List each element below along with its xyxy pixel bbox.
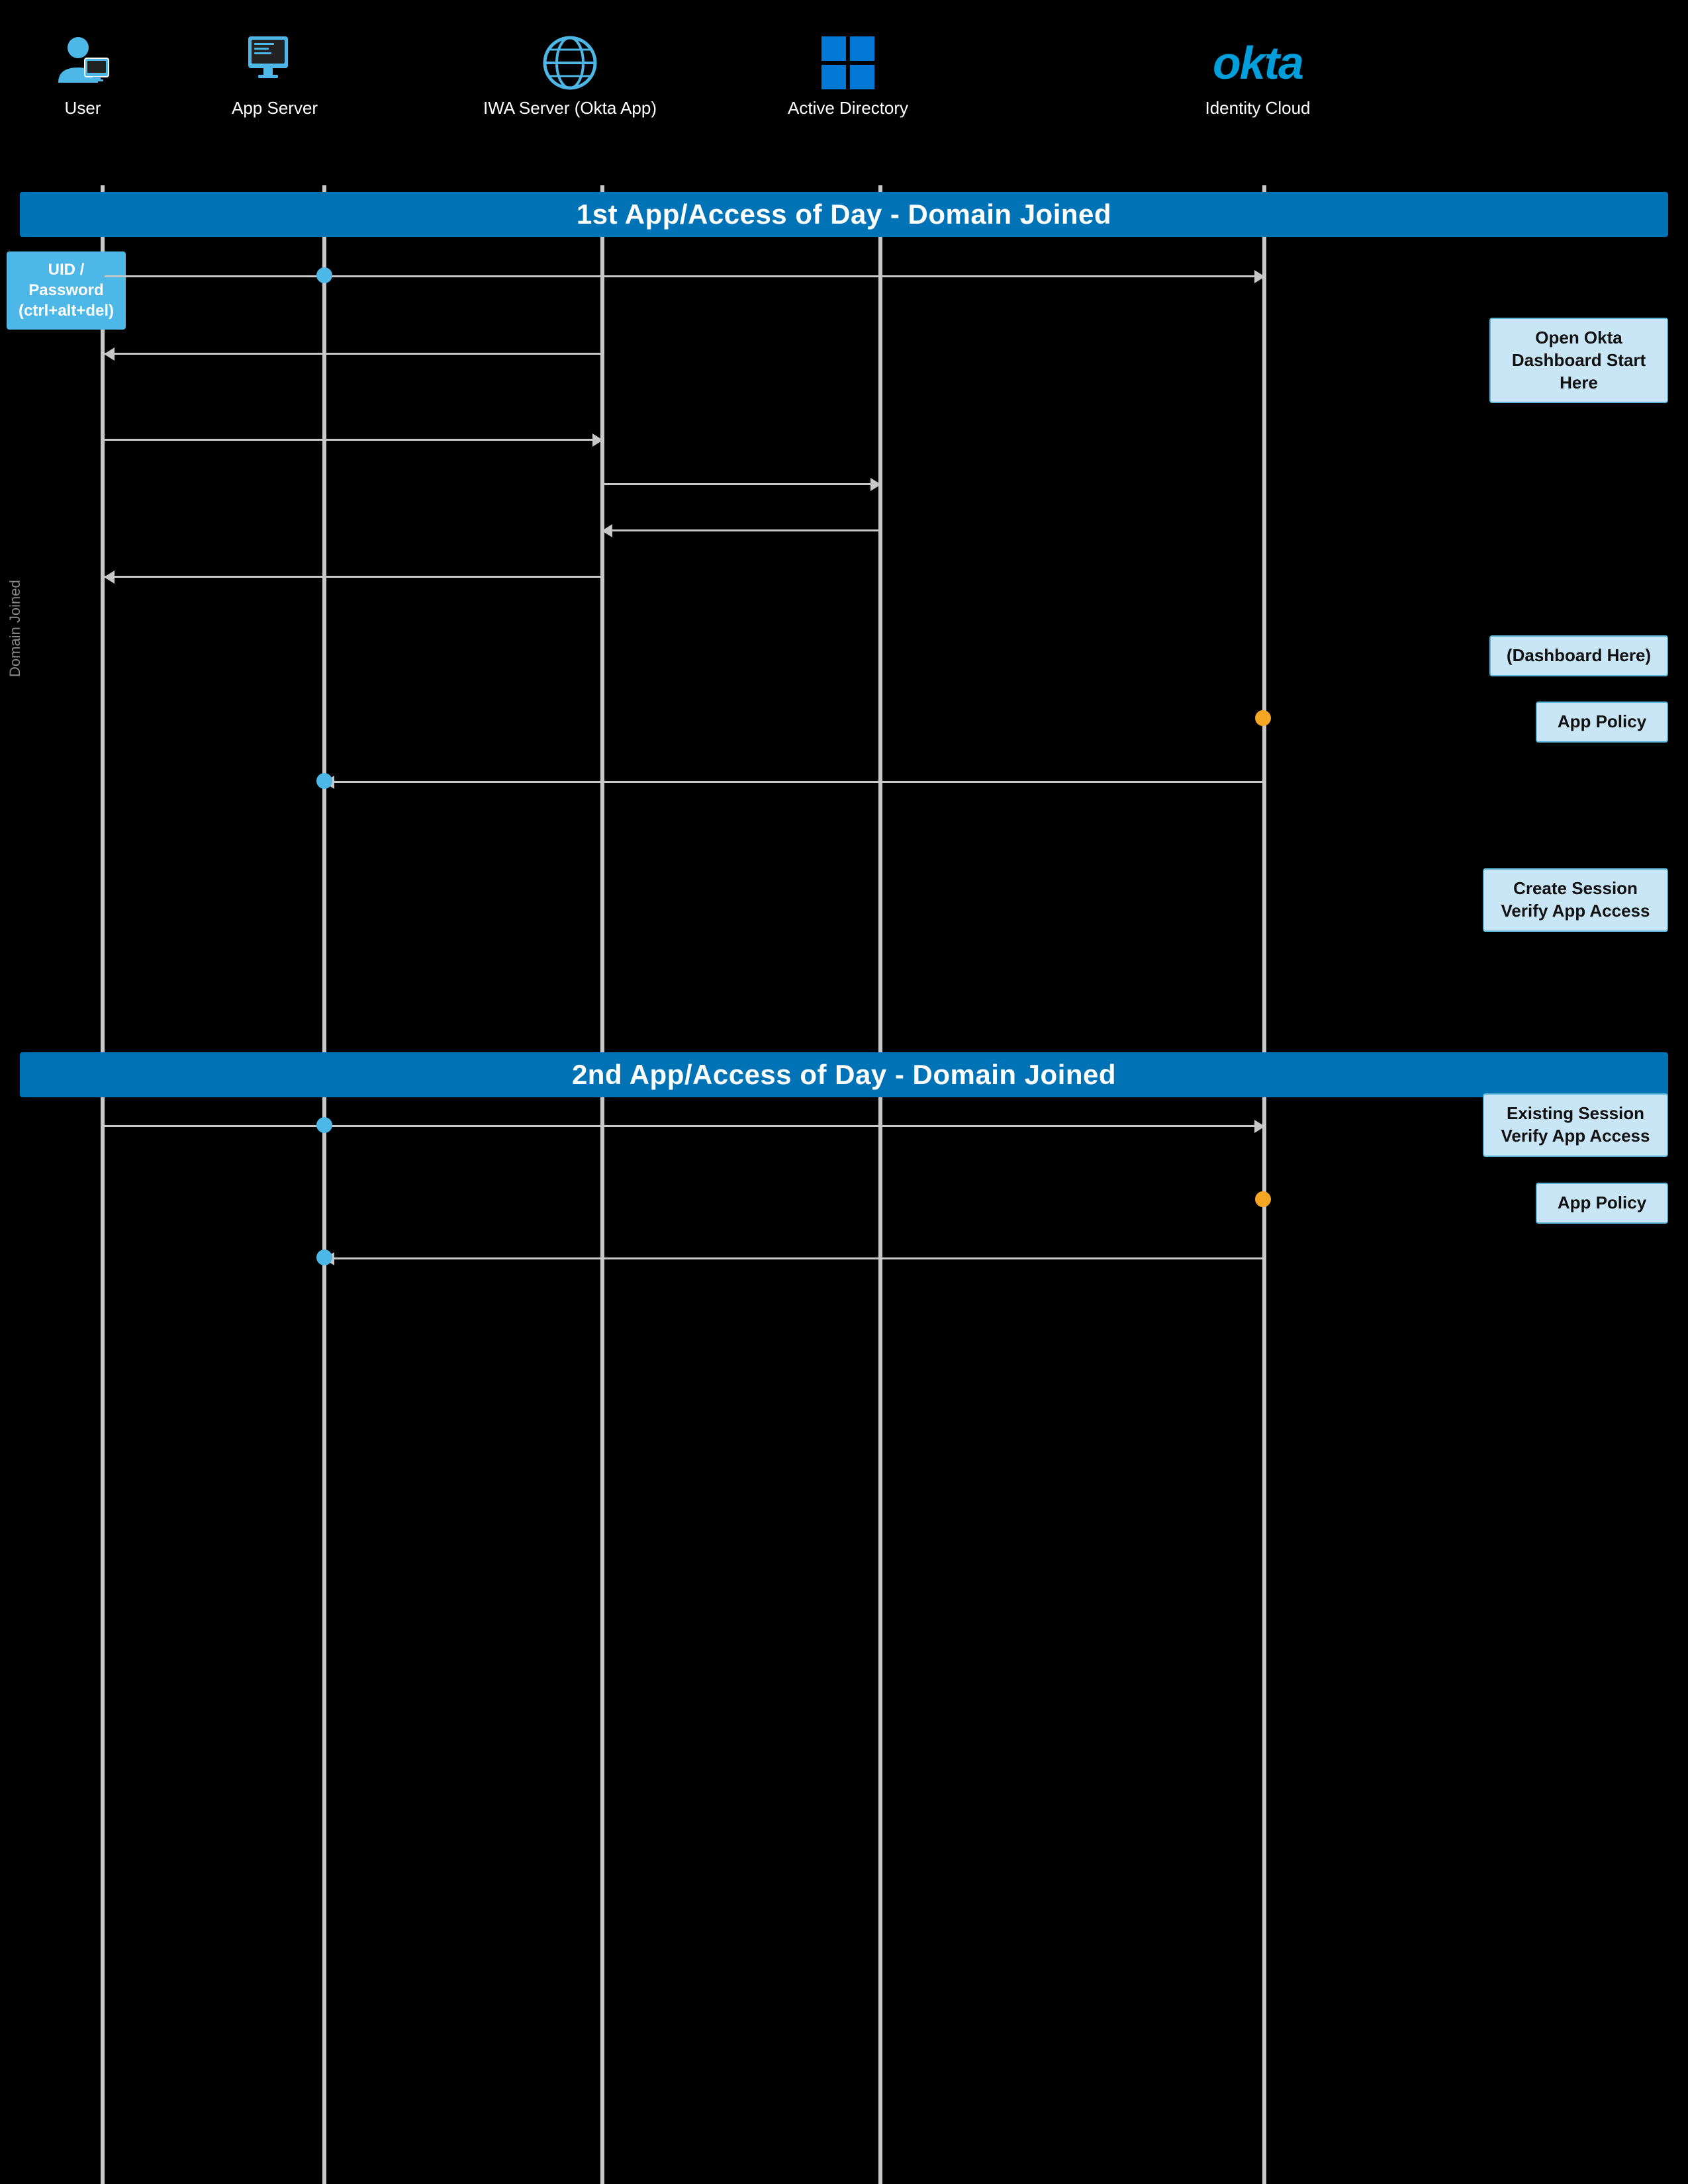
- actor-iwa: IWA Server (Okta App): [483, 33, 657, 118]
- okta-icon: okta: [1198, 33, 1317, 93]
- appserver-icon: [245, 33, 305, 93]
- orange-dot-1: [1255, 710, 1271, 726]
- section-banner-2: 2nd App/Access of Day - Domain Joined: [20, 1052, 1668, 1097]
- section-1-title: 1st App/Access of Day - Domain Joined: [577, 199, 1111, 230]
- orange-dot-2: [1255, 1191, 1271, 1207]
- windows-icon: [818, 33, 878, 93]
- domain-joined-label: Domain Joined: [7, 331, 24, 927]
- section-banner-1: 1st App/Access of Day - Domain Joined: [20, 192, 1668, 237]
- section-2-title: 2nd App/Access of Day - Domain Joined: [572, 1059, 1116, 1091]
- arrow-user-to-iwa-1: [105, 439, 602, 441]
- arrow-user-to-okta-1: [105, 275, 1264, 277]
- globe-icon: [540, 33, 600, 93]
- arrow-user-to-okta-2: [105, 1125, 1264, 1127]
- arrow-ad-to-iwa-1: [602, 529, 880, 531]
- uid-password-box: UID / Password (ctrl+alt+del): [7, 251, 126, 330]
- dot-appserver-4: [316, 1250, 332, 1265]
- arrow-okta-to-appserver-1: [324, 781, 1264, 783]
- dot-appserver-1: [316, 267, 332, 283]
- arrow-okta-to-appserver-2: [324, 1257, 1264, 1259]
- existing-session-box: Existing Session Verify App Access: [1483, 1093, 1668, 1157]
- app-policy-box-2: App Policy: [1536, 1183, 1668, 1224]
- actor-appserver-label: App Server: [232, 98, 318, 118]
- dot-appserver-2: [316, 773, 332, 789]
- actor-okta-label: Identity Cloud: [1205, 98, 1311, 118]
- app-policy-box-1: App Policy: [1536, 702, 1668, 743]
- lifeline-appserver: [322, 185, 326, 2184]
- dashboard-here-box: (Dashboard Here): [1489, 635, 1668, 676]
- user-icon: [53, 33, 113, 93]
- lifeline-okta: [1262, 185, 1266, 2184]
- lifeline-iwa: [600, 185, 604, 2184]
- arrow-iwa-to-ad-1: [602, 483, 880, 485]
- dot-appserver-3: [316, 1117, 332, 1133]
- actor-ad-label: Active Directory: [788, 98, 908, 118]
- actor-appserver: App Server: [232, 33, 318, 118]
- actor-ad: Active Directory: [788, 33, 908, 118]
- actor-okta: okta Identity Cloud: [1158, 33, 1357, 118]
- lifeline-user: [101, 185, 105, 2184]
- actor-user-label: User: [65, 98, 101, 118]
- create-session-box: Create Session Verify App Access: [1483, 868, 1668, 932]
- actor-iwa-label: IWA Server (Okta App): [483, 98, 657, 118]
- arrow-okta-to-user-1: [105, 353, 601, 355]
- arrow-iwa-to-user-1: [105, 576, 602, 578]
- open-okta-dashboard-box: Open Okta Dashboard Start Here: [1489, 318, 1668, 403]
- actor-user: User: [53, 33, 113, 118]
